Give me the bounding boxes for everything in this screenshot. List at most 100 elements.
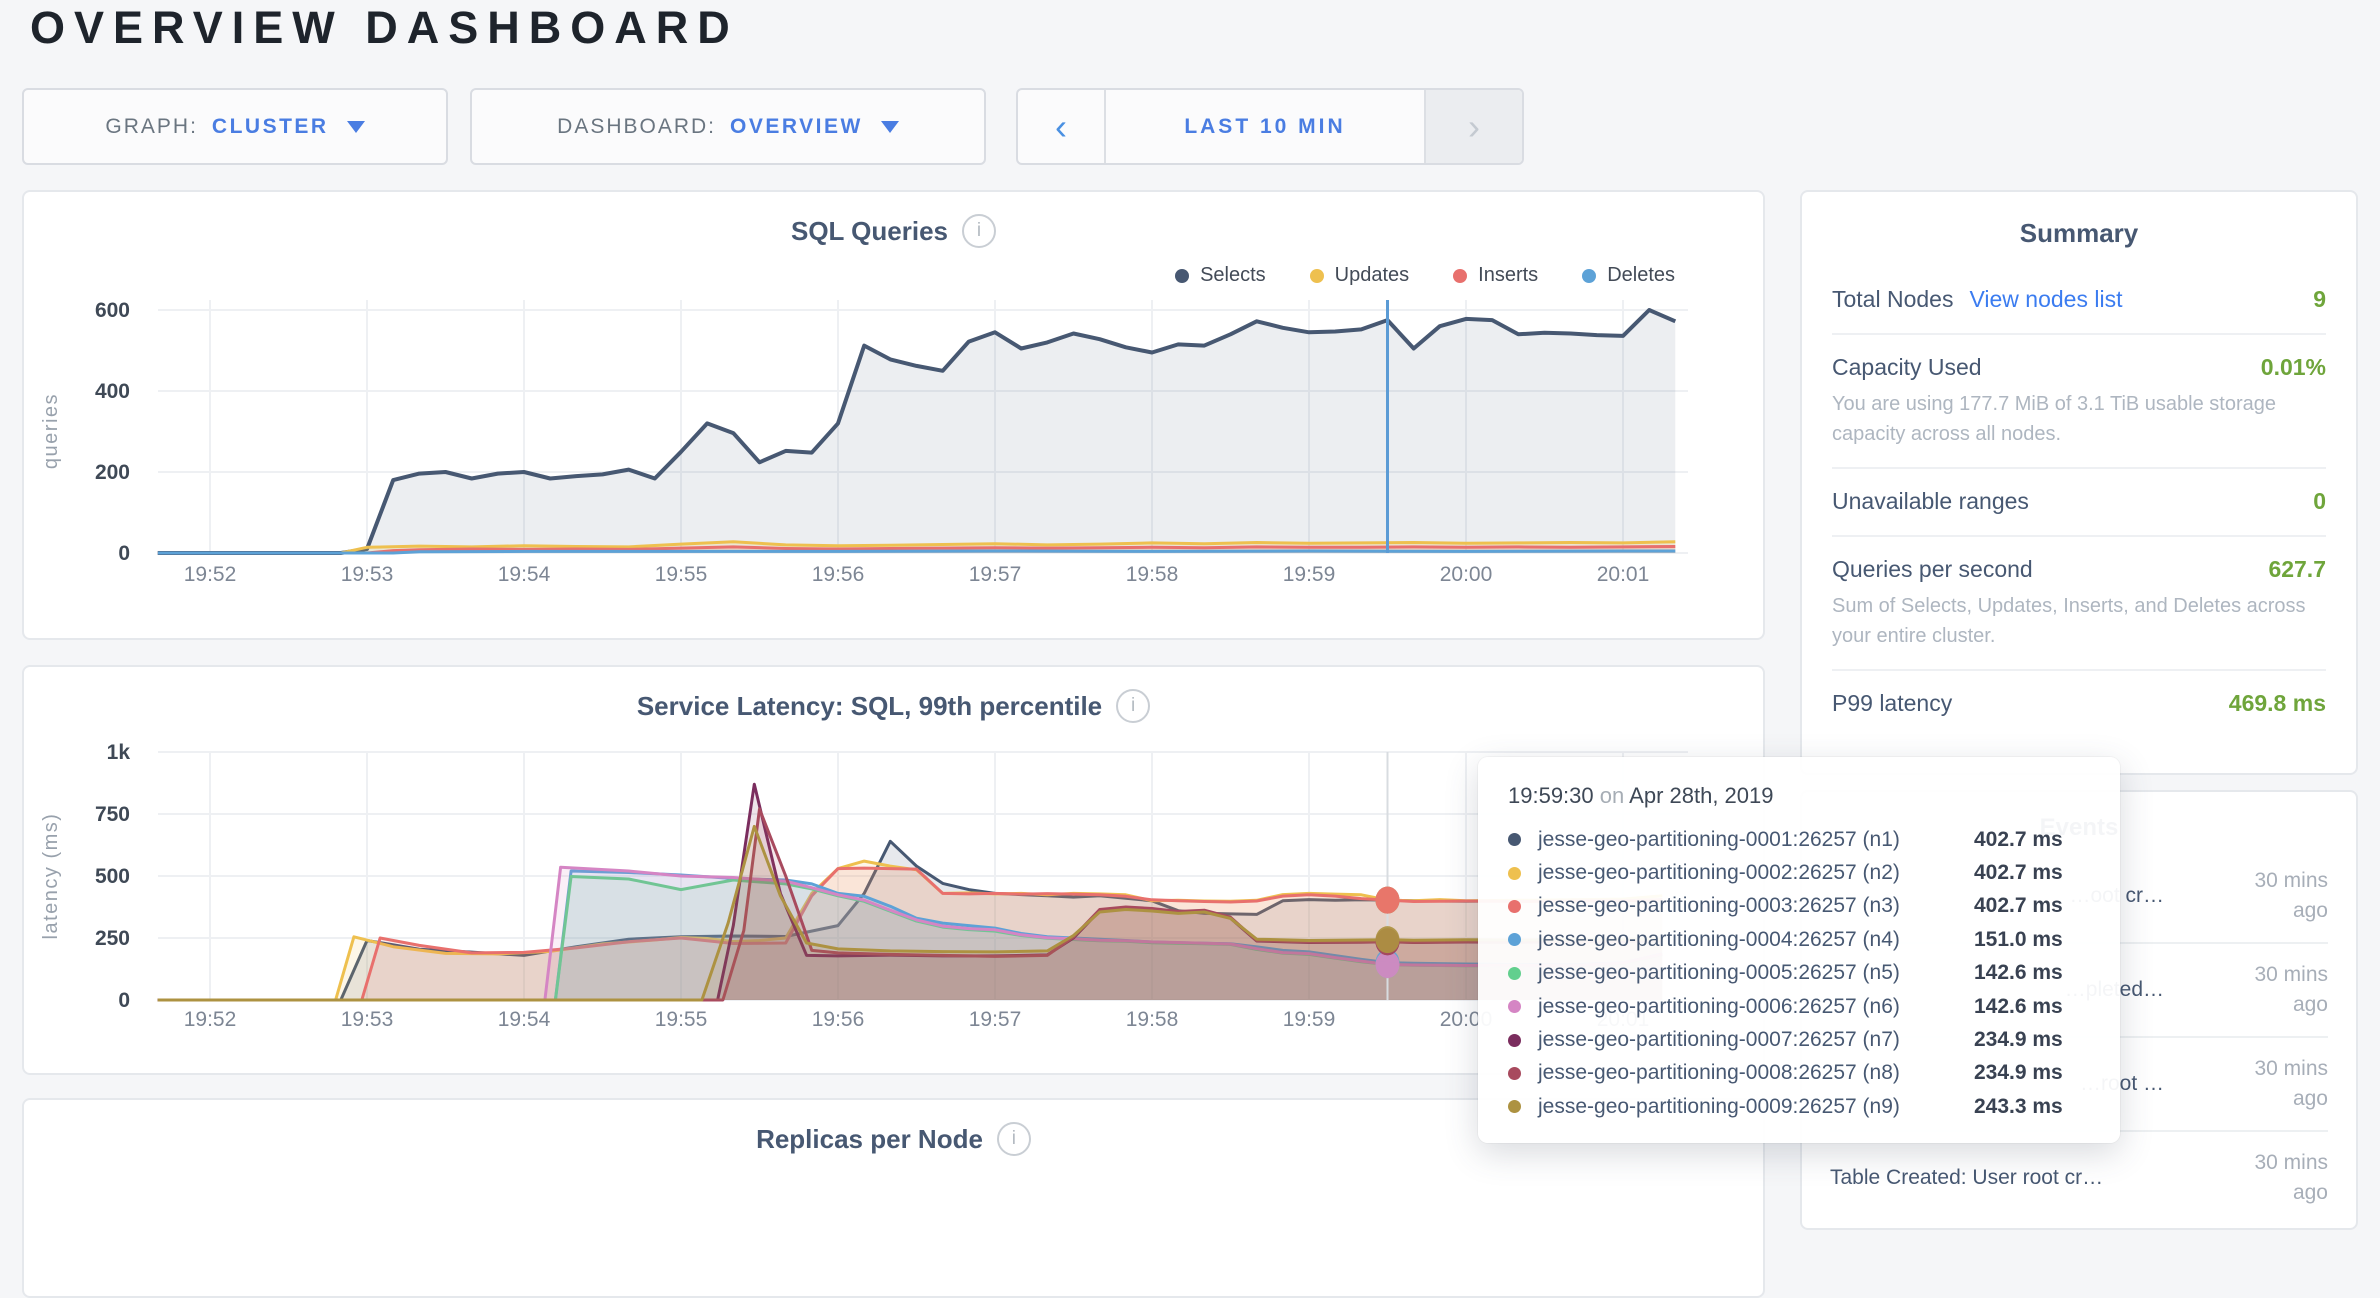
chart-legend: Selects Updates Inserts Deletes (1175, 264, 1675, 287)
sql-queries-title: SQL Queries (791, 216, 948, 247)
chevron-down-icon (347, 121, 365, 133)
dashboard-dropdown-label: DASHBOARD: (557, 115, 716, 139)
capacity-used-description: You are using 177.7 MiB of 3.1 TiB usabl… (1832, 387, 2326, 463)
legend-label: Updates (1335, 264, 1410, 287)
chevron-down-icon (881, 121, 899, 133)
event-time: 30 mins ago (2216, 960, 2328, 1021)
queries-per-second-description: Sum of Selects, Updates, Inserts, and De… (1832, 589, 2326, 665)
event-time: 30 mins ago (2216, 866, 2328, 927)
chart-hover-tooltip: 19:59:30 on Apr 28th, 2019 jesse-geo-par… (1478, 757, 2120, 1143)
tooltip-row: jesse-geo-partitioning-0003:26257 (n3)40… (1508, 890, 2090, 923)
latency-value: 234.9 ms (1974, 1061, 2090, 1085)
unavailable-ranges-value: 0 (2313, 488, 2326, 515)
sql-queries-chart-card: SQL Queries i Selects Updates Inserts Delet… (22, 190, 1765, 640)
chevron-left-icon: ‹ (1055, 106, 1067, 148)
node-name: jesse-geo-partitioning-0009:26257 (n9) (1538, 1095, 1974, 1119)
legend-dot-icon (1582, 269, 1596, 283)
node-name: jesse-geo-partitioning-0003:26257 (n3) (1538, 894, 1974, 918)
latency-value: 402.7 ms (1974, 894, 2090, 918)
latency-value: 142.6 ms (1974, 961, 2090, 985)
unavailable-ranges-row: Unavailable ranges 0 (1832, 469, 2326, 521)
graph-dropdown[interactable]: GRAPH: CLUSTER (22, 88, 448, 165)
latency-value: 402.7 ms (1974, 828, 2090, 852)
tooltip-row: jesse-geo-partitioning-0005:26257 (n5)14… (1508, 957, 2090, 990)
series-dot-icon (1508, 1034, 1521, 1047)
dashboard-dropdown-value: OVERVIEW (730, 115, 863, 139)
info-icon[interactable]: i (1116, 689, 1150, 723)
tooltip-timestamp: 19:59:30 on Apr 28th, 2019 (1508, 783, 2090, 809)
latency-value: 402.7 ms (1974, 861, 2090, 885)
node-name: jesse-geo-partitioning-0002:26257 (n2) (1538, 861, 1974, 885)
time-range-label: LAST 10 MIN (1184, 115, 1345, 139)
total-nodes-value: 9 (2313, 286, 2326, 313)
legend-label: Deletes (1607, 264, 1675, 287)
page-title: OVERVIEW DASHBOARD (30, 2, 739, 54)
tooltip-row: jesse-geo-partitioning-0007:26257 (n7)23… (1508, 1023, 2090, 1056)
view-nodes-list-link[interactable]: View nodes list (1969, 286, 2122, 312)
series-dot-icon (1508, 1100, 1521, 1113)
graph-dropdown-value: CLUSTER (212, 115, 329, 139)
latency-value: 142.6 ms (1974, 995, 2090, 1019)
time-range-selector: ‹ LAST 10 MIN › (1016, 88, 1524, 165)
time-next-button[interactable]: › (1424, 90, 1522, 163)
p99-latency-row: P99 latency 469.8 ms (1832, 671, 2326, 723)
replicas-per-node-title: Replicas per Node (756, 1124, 983, 1155)
legend-dot-icon (1175, 269, 1189, 283)
time-range-button[interactable]: LAST 10 MIN (1106, 90, 1424, 163)
chart-title: SQL Queries i (24, 214, 1763, 248)
queries-per-second-label: Queries per second (1832, 556, 2033, 583)
tooltip-time: 19:59:30 (1508, 783, 1594, 808)
tooltip-on: on (1600, 783, 1624, 808)
event-text: Table Created: User root cr… (1830, 1166, 2164, 1190)
capacity-used-value: 0.01% (2261, 354, 2326, 381)
tooltip-rows: jesse-geo-partitioning-0001:26257 (n1)40… (1508, 823, 2090, 1124)
p99-latency-label: P99 latency (1832, 690, 1952, 717)
tooltip-row: jesse-geo-partitioning-0006:26257 (n6)14… (1508, 990, 2090, 1023)
tooltip-row: jesse-geo-partitioning-0001:26257 (n1)40… (1508, 823, 2090, 856)
latency-value: 151.0 ms (1974, 928, 2090, 952)
node-name: jesse-geo-partitioning-0004:26257 (n4) (1538, 928, 1974, 952)
tooltip-row: jesse-geo-partitioning-0002:26257 (n2)40… (1508, 856, 2090, 889)
legend-item-updates[interactable]: Updates (1310, 264, 1410, 287)
summary-title: Summary (1832, 218, 2326, 249)
legend-label: Inserts (1478, 264, 1538, 287)
legend-item-deletes[interactable]: Deletes (1582, 264, 1675, 287)
chevron-right-icon: › (1468, 106, 1480, 148)
node-name: jesse-geo-partitioning-0006:26257 (n6) (1538, 995, 1974, 1019)
series-dot-icon (1508, 1067, 1521, 1080)
series-dot-icon (1508, 967, 1521, 980)
node-name: jesse-geo-partitioning-0005:26257 (n5) (1538, 961, 1974, 985)
node-name: jesse-geo-partitioning-0001:26257 (n1) (1538, 828, 1974, 852)
latency-value: 243.3 ms (1974, 1095, 2090, 1119)
info-icon[interactable]: i (962, 214, 996, 248)
legend-label: Selects (1200, 264, 1266, 287)
event-row[interactable]: Table Created: User root cr… 30 mins ago (1830, 1132, 2328, 1224)
unavailable-ranges-label: Unavailable ranges (1832, 488, 2029, 515)
tooltip-row: jesse-geo-partitioning-0008:26257 (n8)23… (1508, 1057, 2090, 1090)
latency-value: 234.9 ms (1974, 1028, 2090, 1052)
graph-dropdown-label: GRAPH: (105, 115, 198, 139)
total-nodes-text: Total Nodes (1832, 286, 1953, 312)
event-time: 30 mins ago (2216, 1148, 2328, 1209)
node-name: jesse-geo-partitioning-0008:26257 (n8) (1538, 1061, 1974, 1085)
capacity-used-label: Capacity Used (1832, 354, 1982, 381)
series-dot-icon (1508, 900, 1521, 913)
legend-dot-icon (1310, 269, 1324, 283)
series-dot-icon (1508, 833, 1521, 846)
legend-item-inserts[interactable]: Inserts (1453, 264, 1538, 287)
node-name: jesse-geo-partitioning-0007:26257 (n7) (1538, 1028, 1974, 1052)
tooltip-row: jesse-geo-partitioning-0009:26257 (n9)24… (1508, 1090, 2090, 1123)
series-dot-icon (1508, 867, 1521, 880)
info-icon[interactable]: i (997, 1122, 1031, 1156)
service-latency-title: Service Latency: SQL, 99th percentile (637, 691, 1102, 722)
tooltip-row: jesse-geo-partitioning-0004:26257 (n4)15… (1508, 923, 2090, 956)
total-nodes-row: Total Nodes View nodes list 9 (1832, 267, 2326, 319)
legend-item-selects[interactable]: Selects (1175, 264, 1266, 287)
series-dot-icon (1508, 1000, 1521, 1013)
chart-title: Service Latency: SQL, 99th percentile i (24, 689, 1763, 723)
capacity-used-row: Capacity Used 0.01% (1832, 335, 2326, 387)
dashboard-dropdown[interactable]: DASHBOARD: OVERVIEW (470, 88, 986, 165)
time-prev-button[interactable]: ‹ (1018, 90, 1106, 163)
queries-per-second-row: Queries per second 627.7 (1832, 537, 2326, 589)
summary-panel: Summary Total Nodes View nodes list 9 Cap… (1800, 190, 2358, 775)
